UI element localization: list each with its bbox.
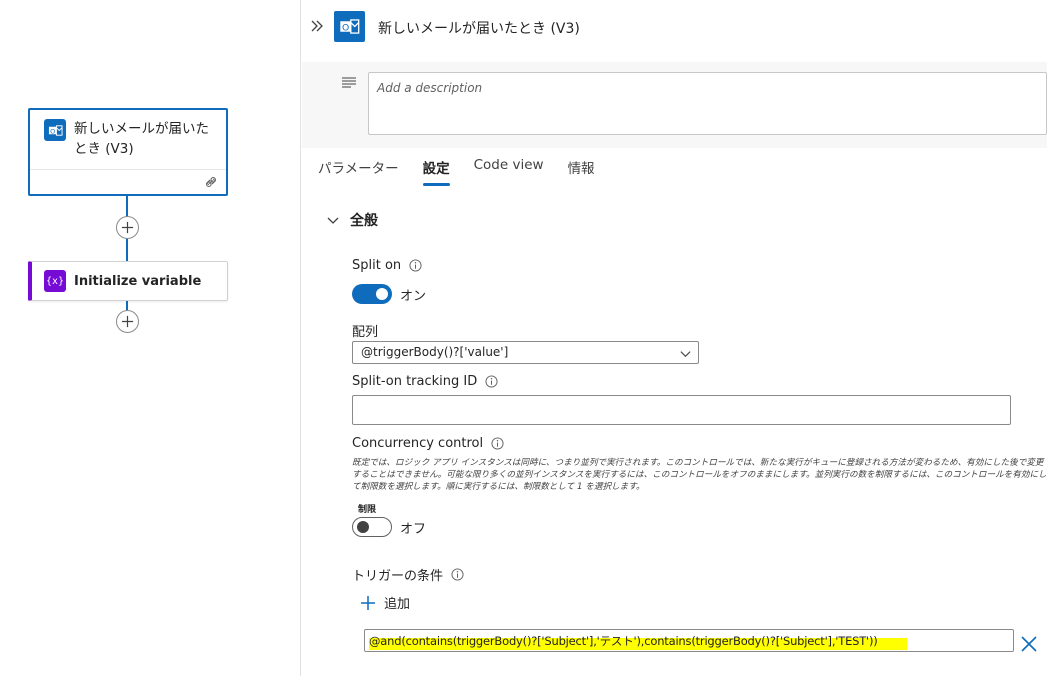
tab-code-view[interactable]: Code view — [474, 152, 544, 186]
tab-parameters[interactable]: パラメーター — [318, 152, 399, 186]
tracking-id-label: Split-on tracking ID — [352, 374, 498, 389]
concurrency-label-text: Concurrency control — [352, 436, 484, 451]
general-section-header[interactable]: 全般 — [326, 210, 378, 230]
trigger-card-footer — [30, 170, 226, 194]
concurrency-label: Concurrency control — [352, 436, 504, 451]
concurrency-toggle[interactable]: オフ — [352, 517, 426, 537]
variable-card-title: Initialize variable — [74, 273, 202, 289]
plus-icon — [121, 221, 134, 234]
trigger-card-title: 新しいメールが届いたとき (V3) — [74, 121, 209, 157]
limit-label: 制限 — [358, 505, 377, 515]
split-on-toggle[interactable]: オン — [352, 284, 426, 304]
variable-icon: {x} — [44, 270, 66, 292]
trigger-condition-input[interactable]: @and(contains(triggerBody()?['Subject'],… — [364, 629, 1014, 652]
toggle-knob — [376, 288, 388, 300]
panel-tabs: パラメーター 設定 Code view 情報 — [318, 152, 619, 188]
section-title: 全般 — [350, 213, 378, 229]
split-on-label-text: Split on — [352, 258, 402, 273]
split-on-toggle-label: オン — [400, 288, 427, 304]
trigger-card[interactable]: O 新しいメールが届いたとき (V3) — [28, 108, 228, 196]
svg-text:O: O — [342, 22, 349, 33]
array-dropdown[interactable]: @triggerBody()?['value'] — [352, 341, 699, 364]
tab-settings[interactable]: 設定 — [422, 152, 450, 186]
initialize-variable-card[interactable]: {x} Initialize variable — [28, 261, 228, 301]
plus-icon — [121, 315, 134, 328]
trigger-card-header: O 新しいメールが届いたとき (V3) — [30, 110, 226, 170]
double-chevron-right-icon[interactable] — [310, 19, 324, 33]
chevron-down-icon — [327, 217, 339, 224]
tracking-id-label-text: Split-on tracking ID — [352, 374, 478, 389]
info-icon[interactable] — [409, 259, 422, 272]
toggle-track[interactable] — [352, 284, 392, 304]
plus-icon — [361, 595, 375, 610]
toggle-track[interactable] — [352, 517, 392, 537]
info-icon[interactable] — [485, 375, 498, 388]
tracking-id-input[interactable] — [352, 395, 1011, 425]
add-step-button[interactable] — [116, 310, 139, 333]
outlook-icon: O — [44, 119, 66, 141]
panel-title[interactable]: 新しいメールが届いたとき (V3) — [378, 18, 580, 38]
info-icon[interactable] — [491, 437, 504, 450]
trigger-condition-value: @and(contains(triggerBody()?['Subject'],… — [369, 634, 878, 648]
chevron-down-icon — [680, 351, 691, 358]
concurrency-help-text: 既定では、ロジック アプリ インスタンスは同時に、つまり並列で実行されます。この… — [352, 458, 1047, 492]
link-icon[interactable] — [204, 175, 218, 189]
trigger-conditions-label-text: トリガーの条件 — [352, 569, 444, 584]
description-area — [302, 62, 1047, 148]
trigger-conditions-label: トリガーの条件 — [352, 565, 464, 584]
svg-text:O: O — [50, 127, 55, 135]
info-icon[interactable] — [451, 568, 464, 581]
close-icon[interactable] — [1020, 635, 1038, 653]
array-label: 配列 — [352, 321, 378, 340]
array-label-text: 配列 — [352, 325, 379, 340]
array-dropdown-value: @triggerBody()?['value'] — [361, 345, 509, 359]
concurrency-toggle-label: オフ — [400, 521, 427, 537]
details-panel: O 新しいメールが届いたとき (V3) パラメーター 設定 Code view … — [302, 0, 1047, 676]
tab-about[interactable]: 情報 — [568, 152, 595, 186]
text-description-icon — [342, 77, 356, 88]
description-input[interactable] — [368, 72, 1047, 135]
panel-header: O 新しいメールが届いたとき (V3) — [302, 0, 1047, 62]
split-on-label: Split on — [352, 258, 422, 273]
add-condition-button[interactable]: 追加 — [360, 593, 410, 612]
add-condition-label: 追加 — [384, 597, 411, 612]
workflow-canvas: O 新しいメールが届いたとき (V3) {x} Initialize varia… — [0, 0, 301, 676]
insert-step-button[interactable] — [116, 216, 139, 239]
outlook-icon: O — [334, 11, 365, 42]
toggle-knob — [357, 521, 369, 533]
